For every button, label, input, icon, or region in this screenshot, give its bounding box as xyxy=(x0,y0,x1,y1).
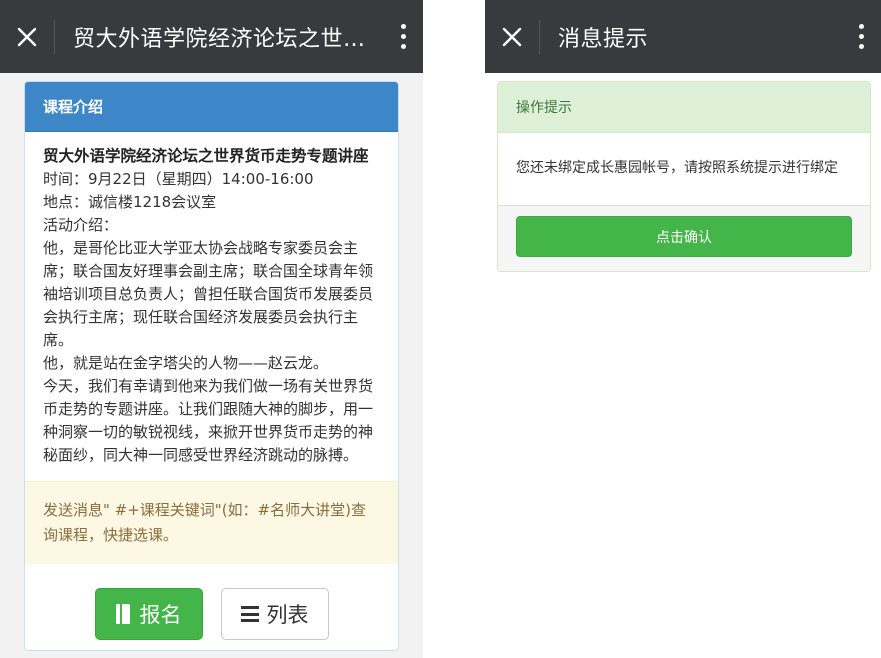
title-bar: 消息提示 xyxy=(485,0,881,73)
notice-box: 发送消息" #+课程关键词"(如：#名师大讲堂)查询课程，快捷选课。 xyxy=(25,481,398,564)
intro-label: 活动介绍： xyxy=(43,216,119,234)
close-button[interactable] xyxy=(485,0,539,73)
card-header: 课程介绍 xyxy=(25,82,398,132)
message-text: 您还未绑定成长惠园帐号，请按照系统提示进行绑定 xyxy=(516,160,838,176)
more-menu-button[interactable] xyxy=(841,0,881,73)
page-body: 课程介绍 贸大外语学院经济论坛之世界货币走势专题讲座 时间：9月22日（星期四）… xyxy=(0,73,423,658)
course-card: 课程介绍 贸大外语学院经济论坛之世界货币走势专题讲座 时间：9月22日（星期四）… xyxy=(24,81,399,651)
list-label: 列表 xyxy=(266,603,309,627)
list-icon xyxy=(240,606,259,622)
enroll-label: 报名 xyxy=(139,603,182,627)
course-place: 地点：诚信楼1218会议室 xyxy=(43,193,217,211)
confirm-button[interactable]: 点击确认 xyxy=(516,216,852,257)
more-icon xyxy=(858,24,864,29)
message-screen: 消息提示 操作提示 您还未绑定成长惠园帐号，请按照系统提示进行绑定 点击确认 xyxy=(485,0,881,658)
page-title: 消息提示 xyxy=(558,26,649,52)
intro-paragraph: 他，就是站在金字塔尖的人物——赵云龙。 xyxy=(43,354,329,372)
more-menu-button[interactable] xyxy=(383,0,423,73)
more-icon xyxy=(400,24,406,29)
book-icon xyxy=(115,604,132,624)
close-icon xyxy=(17,27,37,46)
title-separator xyxy=(539,19,540,54)
page-title: 贸大外语学院经济论坛之世界货币走势专题讲座 xyxy=(73,26,383,52)
close-button[interactable] xyxy=(0,0,54,73)
close-icon xyxy=(502,27,522,46)
course-title: 贸大外语学院经济论坛之世界货币走势专题讲座 xyxy=(43,147,369,165)
title-bar: 贸大外语学院经济论坛之世界货币走势专题讲座 xyxy=(0,0,423,73)
course-screen: 贸大外语学院经济论坛之世界货币走势专题讲座 课程介绍 贸大外语学院经济论坛之世界… xyxy=(0,0,423,658)
course-time: 时间：9月22日（星期四）14:00-16:00 xyxy=(43,170,314,188)
list-button[interactable]: 列表 xyxy=(220,588,329,640)
title-separator xyxy=(54,19,55,54)
course-details: 贸大外语学院经济论坛之世界货币走势专题讲座 时间：9月22日（星期四）14:00… xyxy=(25,132,398,481)
intro-paragraph: 今天，我们有幸请到他来为我们做一场有关世界货币走势的专题讲座。让我们跟随大神的脚… xyxy=(43,377,374,464)
panel-footer: 点击确认 xyxy=(498,205,870,271)
panel-header: 操作提示 xyxy=(498,82,870,133)
message-panel: 操作提示 您还未绑定成长惠园帐号，请按照系统提示进行绑定 点击确认 xyxy=(497,81,871,272)
enroll-button[interactable]: 报名 xyxy=(94,588,203,640)
page-body: 操作提示 您还未绑定成长惠园帐号，请按照系统提示进行绑定 点击确认 xyxy=(485,73,881,272)
action-bar: 报名 列表 xyxy=(25,564,398,650)
intro-paragraph: 他，是哥伦比亚大学亚太协会战略专家委员会主席；联合国友好理事会副主席；联合国全球… xyxy=(43,239,374,349)
